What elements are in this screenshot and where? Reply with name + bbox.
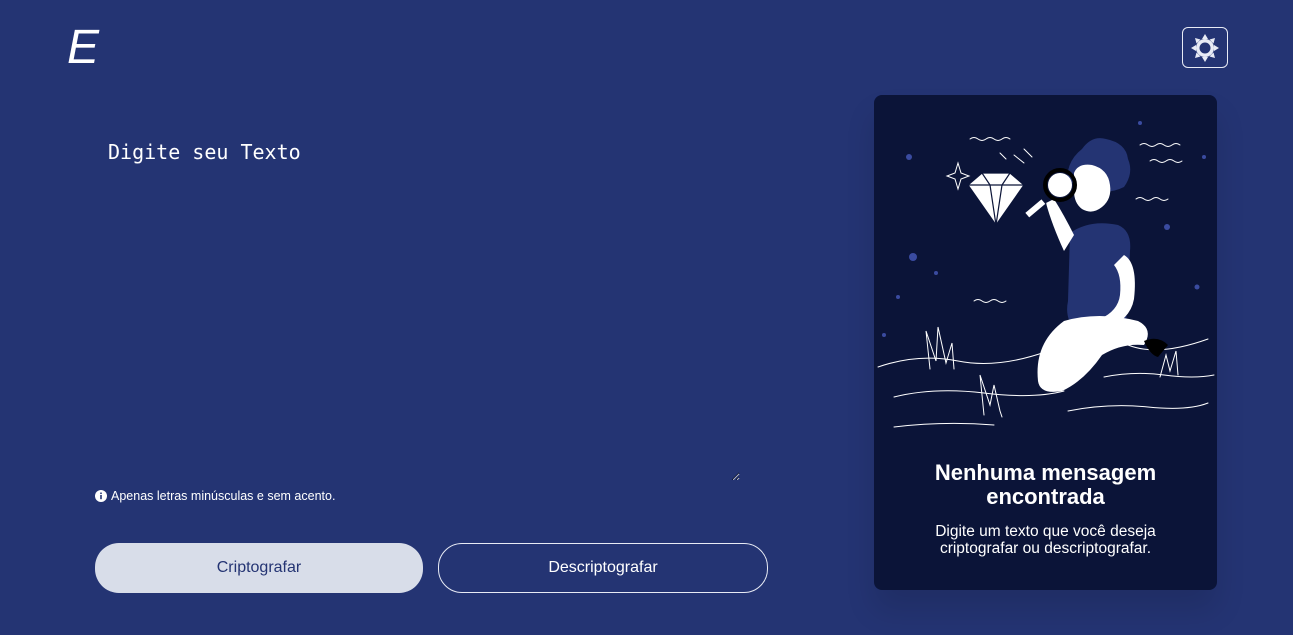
encrypt-button[interactable]: Criptografar [95, 543, 423, 593]
hint-text: Apenas letras minúsculas e sem acento. [111, 489, 336, 503]
theme-toggle-button[interactable] [1182, 27, 1228, 68]
info-icon [95, 490, 107, 502]
empty-state-subtitle: Digite um texto que você deseja criptogr… [935, 523, 1156, 557]
sun-gear-icon [1191, 33, 1219, 62]
input-hint: Apenas letras minúsculas e sem acento. [95, 489, 335, 503]
output-panel: Nenhuma mensagem encontrada Digite um te… [874, 95, 1217, 590]
message-input[interactable] [95, 125, 740, 481]
person-with-magnifier-illustration [877, 121, 1215, 428]
logo: E [67, 21, 100, 74]
decrypt-button[interactable]: Descriptografar [438, 543, 768, 593]
empty-state-title: Nenhuma mensagem encontrada [934, 460, 1157, 509]
